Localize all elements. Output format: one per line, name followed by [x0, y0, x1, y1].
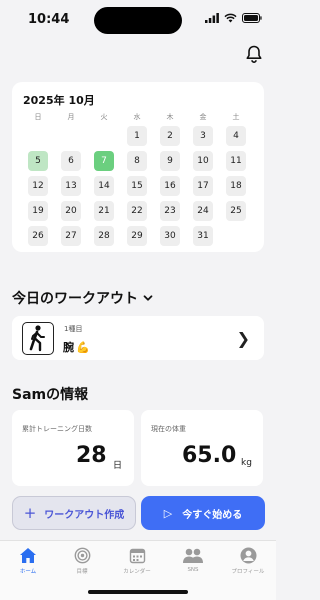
play-icon: ▷	[163, 506, 173, 520]
calendar-day[interactable]: 29	[127, 226, 147, 246]
weight-card: 現在の体重 65.0 kg	[141, 410, 263, 486]
create-workout-button[interactable]: + ワークアウト作成	[12, 496, 136, 530]
weekday-label: 土	[232, 113, 240, 121]
tab-goals-label: 目標	[76, 569, 88, 575]
chevron-down-icon	[143, 295, 153, 301]
weight-label: 現在の体重	[151, 425, 186, 433]
training-days-value: 28	[76, 443, 107, 468]
calendar-day[interactable]: 6	[61, 151, 81, 171]
workout-name: 腕 💪	[63, 339, 90, 355]
status-icons	[205, 13, 262, 23]
weekday-label: 月	[67, 113, 75, 121]
home-icon	[20, 548, 36, 563]
calendar-day[interactable]: 3	[193, 126, 213, 146]
calendar-day[interactable]: 7	[94, 151, 114, 171]
calendar-day[interactable]: 14	[94, 176, 114, 196]
signal-icon	[205, 13, 219, 23]
calendar-day[interactable]: 9	[160, 151, 180, 171]
tab-profile[interactable]: プロフィール	[223, 547, 273, 575]
flexed-biceps-icon: 💪	[76, 340, 90, 354]
calendar-card: 2025年 10月 日月火水木金土 1 2 3 4 5 6 7 8 9 10 11 12 13 14 15 16…	[12, 82, 264, 252]
tab-sns[interactable]: SNS	[168, 547, 218, 573]
target-icon	[74, 547, 90, 564]
training-days-label: 累計トレーニング日数	[22, 425, 92, 433]
user-info-heading: Samの情報	[12, 387, 89, 403]
chevron-right-icon: ❯	[236, 329, 250, 348]
notification-bell-icon[interactable]	[244, 44, 264, 64]
calendar-day[interactable]: 17	[193, 176, 213, 196]
tab-profile-label: プロフィール	[231, 569, 265, 575]
calendar-day[interactable]: 21	[94, 201, 114, 221]
today-workout-title: 今日のワークアウト	[12, 291, 138, 307]
tab-home-label: ホーム	[19, 569, 37, 575]
workout-exercise-count: 1種目	[64, 325, 83, 333]
weekday-label: 火	[100, 113, 108, 121]
training-days-unit: 日	[113, 461, 123, 471]
calendar-day[interactable]: 15	[127, 176, 147, 196]
battery-icon	[242, 13, 262, 23]
tab-home[interactable]: ホーム	[3, 547, 53, 575]
weight-value: 65.0	[182, 443, 237, 468]
plus-icon: +	[23, 504, 37, 522]
weekday-label: 日	[34, 113, 42, 121]
wifi-icon	[224, 13, 237, 23]
calendar-day[interactable]: 25	[226, 201, 246, 221]
start-now-label: 今すぐ始める	[182, 509, 243, 521]
people-icon	[183, 548, 203, 563]
calendar-day[interactable]: 11	[226, 151, 246, 171]
calendar-day[interactable]: 26	[28, 226, 48, 246]
calendar-day[interactable]: 27	[61, 226, 81, 246]
training-days-card: 累計トレーニング日数 28 日	[12, 410, 134, 486]
start-now-button[interactable]: ▷ 今すぐ始める	[141, 496, 265, 530]
calendar-day[interactable]: 22	[127, 201, 147, 221]
profile-icon	[240, 547, 256, 564]
calendar-day[interactable]: 1	[127, 126, 147, 146]
calendar-day[interactable]: 28	[94, 226, 114, 246]
dynamic-island	[94, 7, 182, 34]
today-workout-heading[interactable]: 今日のワークアウト	[12, 288, 154, 308]
calendar-day[interactable]: 8	[127, 151, 147, 171]
calendar-day[interactable]: 20	[61, 201, 81, 221]
calendar-day[interactable]: 2	[160, 126, 180, 146]
calendar-day[interactable]: 4	[226, 126, 246, 146]
tab-sns-label: SNS	[187, 567, 199, 573]
weekday-label: 金	[199, 113, 207, 121]
workout-card[interactable]: 1種目 腕 💪 ❯	[12, 316, 264, 360]
calendar-day[interactable]: 5	[28, 151, 48, 171]
tab-calendar[interactable]: カレンダー	[112, 547, 162, 575]
walking-person-icon	[22, 322, 54, 355]
calendar-day[interactable]: 19	[28, 201, 48, 221]
status-time: 10:44	[28, 12, 70, 27]
create-workout-label: ワークアウト作成	[44, 509, 125, 521]
tab-goals[interactable]: 目標	[57, 547, 107, 575]
status-bar: 10:44	[0, 0, 276, 42]
calendar-title: 2025年 10月	[23, 94, 95, 107]
weight-unit: kg	[241, 458, 252, 468]
home-indicator	[88, 590, 188, 594]
weekday-label: 木	[166, 113, 174, 121]
weekday-label: 水	[133, 113, 141, 121]
calendar-day[interactable]: 12	[28, 176, 48, 196]
calendar-day[interactable]: 23	[160, 201, 180, 221]
calendar-day[interactable]: 18	[226, 176, 246, 196]
workout-name-text: 腕	[63, 341, 74, 354]
calendar-day[interactable]: 24	[193, 201, 213, 221]
calendar-day[interactable]: 30	[160, 226, 180, 246]
calendar-day[interactable]: 16	[160, 176, 180, 196]
calendar-day[interactable]: 10	[193, 151, 213, 171]
calendar-icon	[129, 548, 145, 564]
tab-calendar-label: カレンダー	[123, 569, 151, 575]
calendar-day[interactable]: 31	[193, 226, 213, 246]
calendar-day[interactable]: 13	[61, 176, 81, 196]
